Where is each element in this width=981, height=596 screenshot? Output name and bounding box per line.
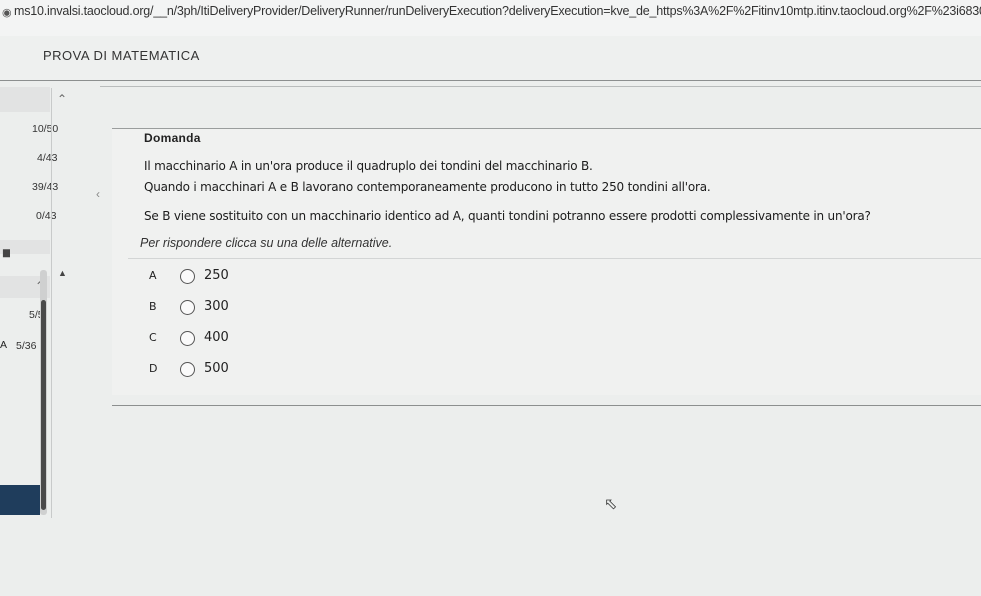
answer-instruction: Per rispondere clicca su una delle alter… [140,236,393,250]
test-header: PROVA DI MATEMATICA [0,36,981,80]
option-value: 250 [204,268,229,283]
sidebar-item-section-score[interactable]: 10/50 [32,123,58,135]
sidebar-scroll-thumb[interactable] [41,300,46,510]
sidebar-accent-block [0,485,40,515]
question-text-line-2: Quando i macchinari A e B lavorano conte… [144,180,711,194]
site-info-icon[interactable]: ◉ [2,6,12,19]
question-heading: Domanda [144,131,201,145]
option-value: 300 [204,299,229,314]
page-title: PROVA DI MATEMATICA [43,48,200,63]
option-letter: C [149,331,157,344]
section-collapse-bar[interactable] [0,87,50,112]
option-value: 400 [204,330,229,345]
sidebar-item-part-2[interactable]: 39/43 [32,181,58,193]
instruction-separator [128,258,981,259]
option-letter: D [149,362,158,375]
triangle-up-icon[interactable]: ▲ [58,268,67,278]
browser-address-bar[interactable]: ◉ ms10.invalsi.taocloud.org/__n/3ph/ItiD… [0,0,981,37]
panel-bottom-divider [112,405,981,406]
sidebar-item-section2-part[interactable]: 5/36 [16,340,36,352]
answer-option-b[interactable]: B 300 [145,298,265,318]
answer-option-c[interactable]: C 400 [145,329,265,349]
answer-option-d[interactable]: D 500 [145,360,265,380]
header-divider-secondary [100,86,981,87]
sidebar-item-part-3[interactable]: 0/43 [36,210,56,222]
option-value: 500 [204,361,229,376]
mouse-cursor-icon: ⬁ [604,496,618,513]
url-text[interactable]: ms10.invalsi.taocloud.org/__n/3ph/ItiDel… [14,4,981,18]
option-letter: B [149,300,157,313]
radio-button[interactable] [180,300,195,315]
header-divider [0,80,981,81]
radio-button[interactable] [180,269,195,284]
question-text-line-1: Il macchinario A in un'ora produce il qu… [144,159,593,173]
option-letter: A [149,269,157,282]
chevron-up-icon[interactable]: ⌃ [57,92,67,106]
sidebar-item-part-1[interactable]: 4/43 [37,152,57,164]
radio-button[interactable] [180,362,195,377]
answer-option-a[interactable]: A 250 [145,267,265,287]
chevron-left-icon[interactable]: ‹ [96,187,100,201]
question-text-line-3: Se B viene sostituito con un macchinario… [144,209,871,223]
marker-icon: ▆ [3,247,10,257]
radio-button[interactable] [180,331,195,346]
sidebar-divider [51,88,52,518]
sidebar-section2-prefix: A [0,339,8,351]
